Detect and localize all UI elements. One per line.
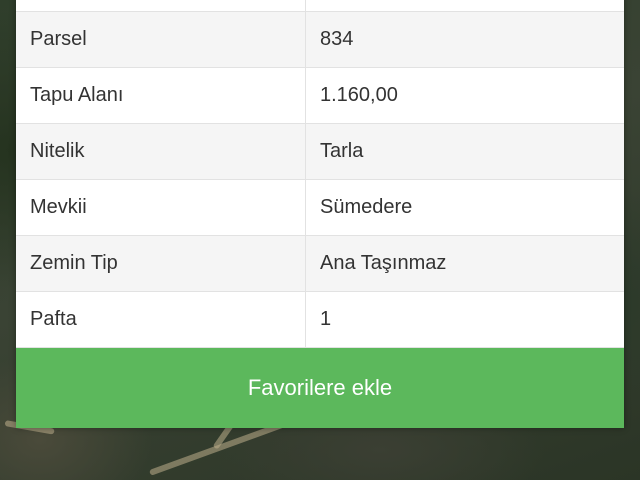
- row-value: Ana Taşınmaz: [305, 235, 624, 292]
- row-value: 834: [305, 11, 624, 68]
- table-row: Zemin Tip Ana Taşınmaz: [16, 235, 624, 292]
- row-value: Sümedere: [305, 179, 624, 236]
- parcel-details-panel: Parsel 834 Tapu Alanı 1.160,00 Nitelik T…: [16, 0, 624, 428]
- row-value: 1: [305, 291, 624, 348]
- row-label: Nitelik: [16, 123, 306, 180]
- row-label: Parsel: [16, 11, 306, 68]
- table-row: Pafta 1: [16, 291, 624, 348]
- add-to-favorites-button[interactable]: Favorilere ekle: [16, 348, 624, 428]
- row-value: 1.160,00: [305, 67, 624, 124]
- row-label: Zemin Tip: [16, 235, 306, 292]
- row-label: Mevkii: [16, 179, 306, 236]
- row-value: [305, 0, 624, 12]
- table-row: Mevkii Sümedere: [16, 179, 624, 236]
- table-row: [16, 0, 624, 12]
- row-label: [16, 0, 306, 12]
- table-row: Parsel 834: [16, 11, 624, 68]
- row-value: Tarla: [305, 123, 624, 180]
- table-row: Nitelik Tarla: [16, 123, 624, 180]
- table-row: Tapu Alanı 1.160,00: [16, 67, 624, 124]
- row-label: Tapu Alanı: [16, 67, 306, 124]
- row-label: Pafta: [16, 291, 306, 348]
- parcel-info-table: Parsel 834 Tapu Alanı 1.160,00 Nitelik T…: [16, 0, 624, 348]
